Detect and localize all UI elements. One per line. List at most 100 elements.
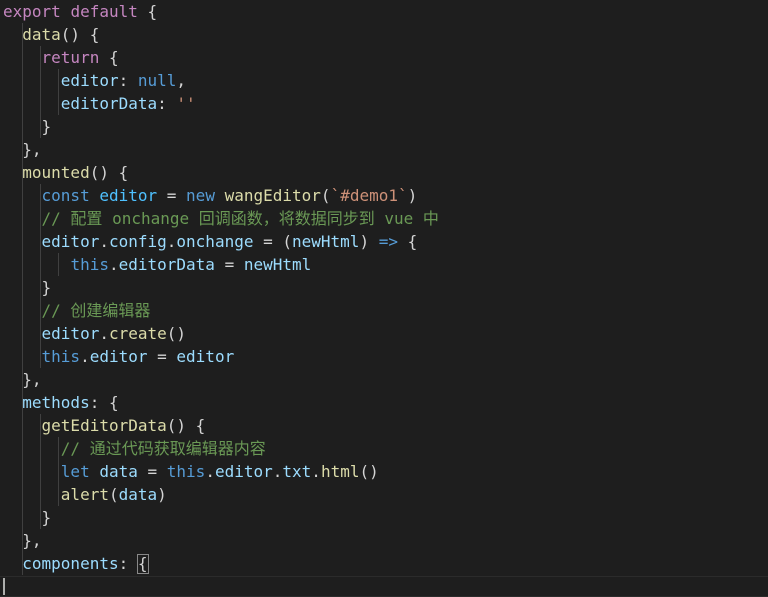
code-token: wangEditor [224, 186, 321, 205]
code-token: ( [320, 186, 331, 205]
code-token: () [359, 462, 379, 481]
code-token: }, [3, 531, 42, 550]
code-token: . [99, 324, 109, 343]
code-token: , [176, 71, 187, 90]
code-token: editor [60, 71, 119, 90]
code-token: . [166, 232, 177, 251]
code-token: : [118, 71, 138, 90]
code-line[interactable]: } [3, 115, 52, 138]
code-token: } [3, 117, 52, 136]
code-token: : [157, 94, 177, 113]
code-token: = [137, 462, 167, 481]
code-token: () { [60, 25, 100, 44]
code-token: ) [359, 232, 379, 251]
code-token: export [3, 2, 61, 21]
code-token: . [311, 462, 321, 481]
code-token: }, [3, 140, 42, 159]
code-line[interactable]: let data = this.editor.txt.html() [3, 460, 379, 483]
current-line-highlight [0, 576, 768, 597]
code-token: components [22, 554, 119, 573]
code-line[interactable]: editor.config.onchange = (newHtml) => { [3, 230, 418, 253]
code-token: () [166, 324, 187, 343]
code-line[interactable]: getEditorData() { [3, 414, 206, 437]
code-line[interactable]: this.editorData = newHtml [3, 253, 311, 276]
code-line[interactable]: export default { [3, 0, 157, 23]
code-token: : [118, 554, 138, 573]
code-token: } [3, 278, 52, 297]
code-line[interactable]: editor: null, [3, 69, 186, 92]
code-token: editorData [60, 94, 158, 113]
code-token: null [137, 71, 177, 90]
code-token: mounted [22, 163, 90, 182]
code-line[interactable]: data() { [3, 23, 99, 46]
code-token: default [70, 2, 138, 21]
code-token: // 通过代码获取编辑器内容 [60, 439, 266, 458]
code-token: => [378, 232, 398, 251]
code-token: create [108, 324, 167, 343]
code-line[interactable]: alert(data) [3, 483, 167, 506]
code-line[interactable]: } [3, 506, 52, 529]
code-token: : { [89, 393, 119, 412]
code-line[interactable]: }, [3, 368, 41, 391]
code-token: editor [41, 324, 100, 343]
code-token: = [157, 186, 187, 205]
code-token: { [137, 2, 158, 21]
code-token: newHtml [243, 255, 312, 274]
code-token: . [99, 232, 109, 251]
code-line[interactable]: }, [3, 138, 42, 161]
code-token: editor [99, 186, 158, 205]
code-line[interactable]: components: { [3, 552, 149, 575]
code-token: { [397, 232, 418, 251]
code-token: . [205, 462, 215, 481]
code-line[interactable]: // 创建编辑器 [3, 299, 151, 322]
code-token: let [60, 462, 90, 481]
code-line[interactable]: this.editor = editor [3, 345, 235, 368]
code-token: . [272, 462, 283, 481]
code-token: . [108, 255, 119, 274]
code-token: editor [214, 462, 273, 481]
code-line[interactable]: const editor = new wangEditor(`#demo1`) [3, 184, 418, 207]
code-token: this [70, 255, 109, 274]
code-token: ) [157, 485, 167, 504]
code-token: editorData [118, 255, 215, 274]
code-token: '' [176, 94, 196, 113]
code-token: data [22, 25, 61, 44]
code-line[interactable]: editorData: '' [3, 92, 196, 115]
code-token: const [41, 186, 90, 205]
code-line[interactable]: mounted() { [3, 161, 128, 184]
code-line[interactable]: methods: { [3, 391, 119, 414]
code-line[interactable]: // 通过代码获取编辑器内容 [3, 437, 266, 460]
code-line[interactable]: // 配置 onchange 回调函数，将数据同步到 vue 中 [3, 207, 439, 230]
code-line[interactable]: return { [3, 46, 119, 69]
code-editor[interactable]: export default { data() { return { edito… [0, 0, 768, 597]
code-token: = [147, 347, 177, 366]
code-token: this [166, 462, 206, 481]
code-token: } [3, 508, 52, 527]
code-line[interactable]: editor.create() [3, 322, 187, 345]
code-token: = [214, 255, 244, 274]
code-line[interactable]: } [3, 276, 52, 299]
code-token: getEditorData [41, 416, 167, 435]
code-token: . [80, 347, 90, 366]
code-token: return [41, 48, 100, 67]
code-line[interactable]: }, [3, 529, 42, 552]
code-token: alert [60, 485, 109, 504]
bracket-match: { [136, 554, 149, 574]
